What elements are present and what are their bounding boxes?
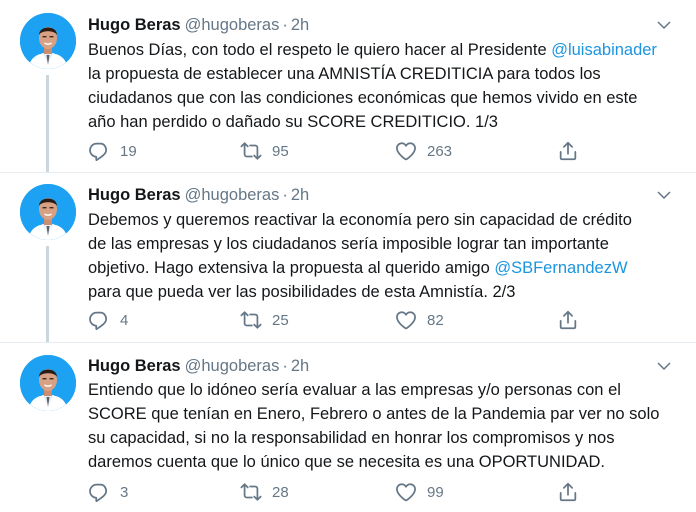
retweet-count: 95 (272, 142, 289, 160)
like-count: 99 (427, 483, 444, 501)
share-icon (557, 309, 579, 331)
author-name[interactable]: Hugo Beras (88, 186, 181, 204)
reply-count: 3 (120, 483, 129, 501)
tweet-text-part: Buenos Días, con todo el respeto le quie… (88, 41, 552, 59)
avatar-image (20, 184, 76, 240)
like-count: 263 (427, 142, 453, 160)
share-icon (557, 481, 579, 503)
share-icon (557, 140, 579, 162)
retweet-count: 25 (272, 311, 289, 329)
tweet-text: Entiendo que lo idóneo sería evaluar a l… (88, 378, 688, 474)
mention-link[interactable]: @SBFernandezW (494, 259, 627, 277)
author-handle[interactable]: @hugoberas (185, 186, 280, 204)
separator-dot: · (282, 16, 288, 34)
heart-icon (395, 309, 417, 331)
share-button[interactable] (557, 139, 579, 163)
tweet-header: Hugo Beras @hugoberas · 2h (88, 184, 309, 206)
retweet-button[interactable]: 25 (240, 308, 289, 332)
heart-icon (395, 140, 417, 162)
tweet-text: Buenos Días, con todo el respeto le quie… (88, 38, 688, 134)
tweet-text-part: para que pueda ver las posibilidades de … (88, 283, 516, 301)
avatar[interactable] (20, 13, 76, 69)
thread-line (46, 75, 49, 172)
separator-dot: · (282, 357, 288, 375)
reply-icon (88, 481, 110, 503)
timestamp[interactable]: 2h (291, 357, 309, 375)
like-button[interactable]: 82 (395, 308, 444, 332)
tweet[interactable]: Hugo Beras @hugoberas · 2h Entiendo que lo … (0, 343, 696, 512)
tweet-header: Hugo Beras @hugoberas · 2h (88, 355, 309, 377)
avatar-image (20, 13, 76, 69)
reply-icon (88, 309, 110, 331)
reply-button[interactable]: 3 (88, 480, 128, 504)
retweet-button[interactable]: 28 (240, 480, 289, 504)
thread-line (46, 246, 49, 342)
retweet-button[interactable]: 95 (240, 139, 289, 163)
separator-dot: · (282, 186, 288, 204)
chevron-down-icon[interactable] (655, 16, 673, 34)
retweet-icon (240, 481, 262, 503)
tweet-text-part: la propuesta de establecer una AMNISTÍA … (88, 65, 638, 131)
avatar-image (20, 355, 76, 411)
reply-count: 4 (120, 311, 129, 329)
tweet[interactable]: Hugo Beras @hugoberas · 2h Buenos Días, con… (0, 0, 696, 172)
avatar[interactable] (20, 184, 76, 240)
chevron-down-icon[interactable] (655, 186, 673, 204)
share-button[interactable] (557, 308, 579, 332)
reply-button[interactable]: 4 (88, 308, 128, 332)
like-count: 82 (427, 311, 444, 329)
tweet-text: Debemos y queremos reactivar la economía… (88, 208, 688, 304)
tweet-header: Hugo Beras @hugoberas · 2h (88, 14, 309, 36)
author-handle[interactable]: @hugoberas (185, 357, 280, 375)
mention-link[interactable]: @luisabinader (551, 41, 657, 59)
timestamp[interactable]: 2h (291, 16, 309, 34)
author-name[interactable]: Hugo Beras (88, 357, 181, 375)
tweet-text-part: Entiendo que lo idóneo sería evaluar a l… (88, 381, 660, 471)
like-button[interactable]: 263 (395, 139, 452, 163)
reply-count: 19 (120, 142, 137, 160)
reply-icon (88, 140, 110, 162)
avatar[interactable] (20, 355, 76, 411)
author-handle[interactable]: @hugoberas (185, 16, 280, 34)
share-button[interactable] (557, 480, 579, 504)
tweet[interactable]: Hugo Beras @hugoberas · 2h Debemos y querem… (0, 173, 696, 342)
chevron-down-icon[interactable] (655, 357, 673, 375)
retweet-count: 28 (272, 483, 289, 501)
reply-button[interactable]: 19 (88, 139, 137, 163)
heart-icon (395, 481, 417, 503)
like-button[interactable]: 99 (395, 480, 444, 504)
retweet-icon (240, 140, 262, 162)
author-name[interactable]: Hugo Beras (88, 16, 181, 34)
timestamp[interactable]: 2h (291, 186, 309, 204)
retweet-icon (240, 309, 262, 331)
